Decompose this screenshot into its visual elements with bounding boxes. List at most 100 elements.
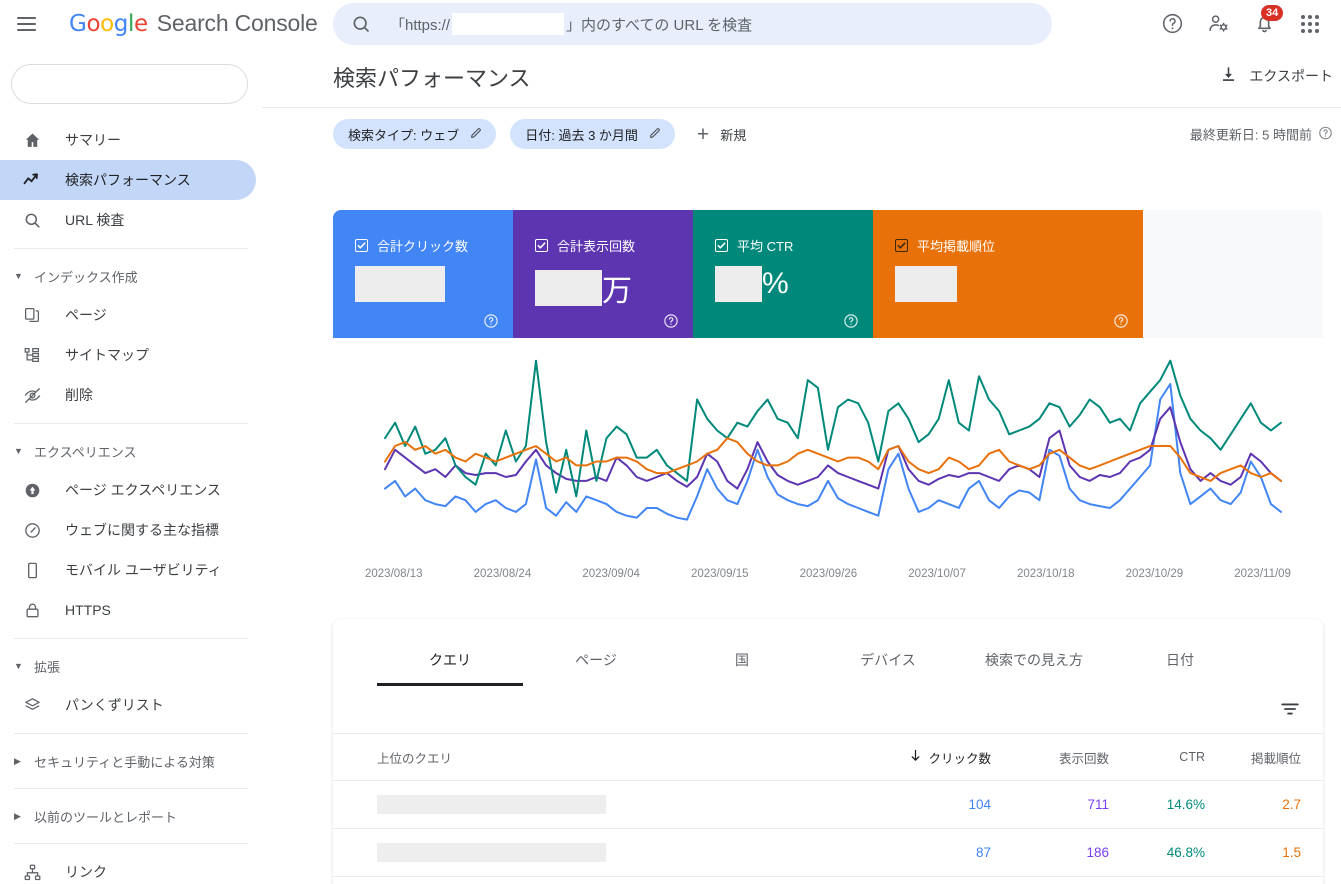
last-updated-status: 最終更新日: 5 時間前 (1190, 125, 1333, 144)
filter-chip-date[interactable]: 日付: 過去 3 か月間 (510, 119, 675, 149)
sidebar-item-sitemaps[interactable]: サイトマップ (0, 335, 256, 375)
tab-search-appearance[interactable]: 検索での見え方 (961, 650, 1107, 686)
metric-checkbox[interactable] (355, 239, 368, 252)
sidebar-group-indexing[interactable]: ▼ インデックス作成 (0, 257, 262, 295)
table-row[interactable]: 104 711 14.6% 2.7 (333, 781, 1323, 829)
sidebar-group-security-manual-actions[interactable]: ▶ セキュリティと手動による対策 (0, 742, 262, 780)
metric-card-total-clicks[interactable]: 合計クリック数 (333, 210, 513, 338)
metric-value: % (715, 266, 873, 302)
metric-label: 合計表示回数 (557, 239, 636, 254)
sidebar-item-pages[interactable]: ページ (0, 295, 256, 335)
column-header-clicks-label: クリック数 (928, 751, 991, 766)
tab-label: ページ (575, 652, 617, 668)
top-app-bar: Google Search Console 「https:// 」内のすべての … (0, 0, 1341, 47)
metric-suffix: 万 (602, 275, 632, 308)
sidebar-item-url-inspection[interactable]: URL 検査 (0, 200, 256, 240)
sidebar-group-legacy-tools[interactable]: ▶ 以前のツールとレポート (0, 797, 262, 835)
sidebar-group-enhancements[interactable]: ▼ 拡張 (0, 647, 262, 685)
sidebar-item-breadcrumbs[interactable]: パンくずリスト (0, 685, 256, 725)
sidebar-label: ウェブに関する主な指標 (65, 522, 219, 538)
pencil-edit-icon[interactable] (469, 126, 483, 143)
help-circle-icon[interactable] (843, 313, 859, 329)
notifications-bell-icon[interactable]: 34 (1251, 4, 1284, 37)
column-header-impressions[interactable]: 表示回数 (991, 748, 1109, 767)
sidebar-group-label: セキュリティと手動による対策 (34, 754, 215, 770)
tab-label: デバイス (860, 652, 916, 668)
x-tick-label: 2023/09/04 (582, 568, 640, 580)
sidebar-item-page-experience[interactable]: ページ エクスペリエンス (0, 470, 256, 510)
cell-clicks: 87 (975, 845, 991, 860)
chevron-down-icon: ▼ (14, 661, 23, 671)
download-icon (1219, 65, 1238, 87)
column-header-query[interactable]: 上位のクエリ (377, 748, 873, 767)
filter-chip-label: 検索タイプ: ウェブ (348, 127, 460, 143)
mobile-phone-icon (22, 560, 42, 580)
brand-logo[interactable]: Google Search Console (69, 10, 318, 37)
help-circle-icon[interactable] (1113, 313, 1129, 329)
url-inspection-search-bar[interactable]: 「https:// 」内のすべての URL を検査 (333, 3, 1052, 45)
main-content: 検索パフォーマンス エクスポート 検索タイプ: ウェブ 日付: 過去 3 か月間… (262, 47, 1341, 884)
metric-checkbox[interactable] (715, 239, 728, 252)
table-filter-icon[interactable] (1279, 698, 1301, 720)
help-circle-icon[interactable] (483, 313, 499, 329)
google-apps-grid-icon[interactable] (1297, 11, 1323, 37)
cell-query (377, 843, 873, 862)
column-header-position[interactable]: 掲載順位 (1205, 748, 1301, 767)
metric-card-total-impressions[interactable]: 合計表示回数 万 (513, 210, 693, 338)
cell-ctr: 46.8% (1166, 845, 1205, 860)
property-selector-input[interactable] (11, 64, 248, 104)
sidebar-group-experience[interactable]: ▼ エクスペリエンス (0, 432, 262, 470)
pages-copy-icon (22, 305, 42, 325)
metric-label: 合計クリック数 (377, 239, 469, 254)
tab-label: 日付 (1166, 652, 1194, 668)
add-filter-button[interactable]: + 新規 (697, 124, 746, 145)
sidebar-label: モバイル ユーザビリティ (65, 562, 222, 578)
links-network-icon (22, 862, 42, 882)
metric-checkbox[interactable] (535, 239, 548, 252)
account-settings-icon[interactable] (1205, 11, 1231, 37)
tab-queries[interactable]: クエリ (377, 650, 523, 686)
core-web-vitals-icon (22, 520, 42, 540)
table-toolbar (333, 686, 1323, 734)
metric-label-row: 平均 CTR (715, 236, 873, 255)
x-tick-label: 2023/10/18 (1016, 568, 1075, 580)
x-tick-label: 2023/10/29 (1125, 568, 1184, 580)
sidebar-item-search-performance[interactable]: 検索パフォーマンス (0, 160, 256, 200)
chevron-right-icon: ▶ (14, 755, 21, 766)
column-header-ctr[interactable]: CTR (1109, 750, 1205, 764)
divider (14, 733, 248, 734)
sidebar-item-mobile-usability[interactable]: モバイル ユーザビリティ (0, 550, 256, 590)
performance-line-chart[interactable]: 2023/08/13 2023/08/24 2023/09/04 2023/09… (333, 338, 1323, 593)
pencil-edit-icon[interactable] (648, 126, 662, 143)
cell-position: 1.5 (1282, 845, 1301, 860)
sidebar-item-core-web-vitals[interactable]: ウェブに関する主な指標 (0, 510, 256, 550)
help-circle-icon[interactable] (663, 313, 679, 329)
tab-dates[interactable]: 日付 (1107, 650, 1253, 686)
filter-chip-search-type[interactable]: 検索タイプ: ウェブ (333, 119, 497, 149)
metric-card-average-ctr[interactable]: 平均 CTR % (693, 210, 873, 338)
help-icon[interactable] (1159, 11, 1185, 37)
x-tick-label: 2023/08/13 (365, 568, 423, 580)
sidebar-label: サイトマップ (65, 347, 149, 363)
tab-devices[interactable]: デバイス (815, 650, 961, 686)
metric-checkbox[interactable] (895, 239, 908, 252)
tab-pages[interactable]: ページ (523, 650, 669, 686)
sidebar-item-removals[interactable]: 削除 (0, 375, 256, 415)
export-button[interactable]: エクスポート (1219, 65, 1333, 87)
hamburger-menu-icon[interactable] (17, 12, 41, 36)
help-circle-icon[interactable] (1318, 125, 1333, 143)
sidebar-item-links[interactable]: リンク (0, 852, 256, 884)
tab-label: クエリ (429, 652, 471, 668)
metric-cards-empty-space (1143, 210, 1323, 338)
sidebar-label: ページ (65, 307, 107, 323)
tab-countries[interactable]: 国 (669, 650, 815, 686)
sidebar-item-https[interactable]: HTTPS (0, 590, 256, 630)
divider (14, 788, 248, 789)
metric-card-average-position[interactable]: 平均掲載順位 (873, 210, 1143, 338)
table-row[interactable]: 87 186 46.8% 1.5 (333, 829, 1323, 877)
add-filter-label: 新規 (720, 127, 747, 143)
trending-up-icon (22, 170, 42, 190)
filter-bar: 検索タイプ: ウェブ 日付: 過去 3 か月間 + 新規 最終更新日: 5 時間… (262, 107, 1341, 160)
sidebar-item-summary[interactable]: サマリー (0, 120, 256, 160)
column-header-clicks[interactable]: クリック数 (873, 748, 991, 767)
